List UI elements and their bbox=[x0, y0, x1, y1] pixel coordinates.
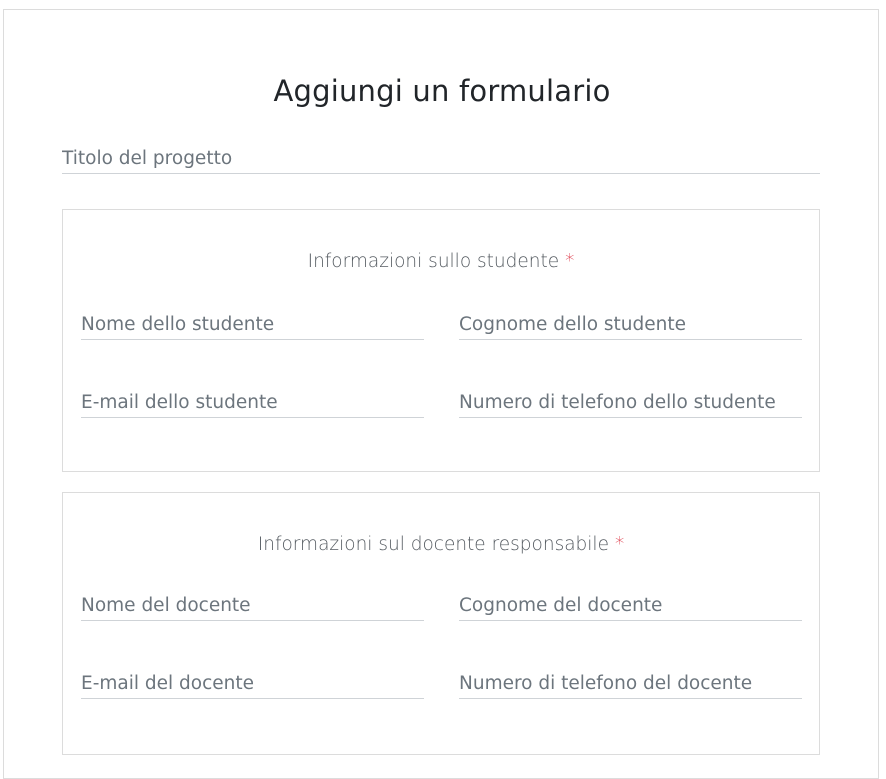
student-info-legend: Informazioni sullo studente * bbox=[63, 251, 819, 272]
teacher-last-name-input[interactable] bbox=[459, 590, 802, 620]
form-card: Aggiungi un formulario Informazioni sull… bbox=[3, 9, 879, 779]
teacher-info-legend: Informazioni sul docente responsabile * bbox=[63, 534, 819, 555]
teacher-email-input[interactable] bbox=[81, 668, 424, 698]
student-info-section: Informazioni sullo studente * bbox=[62, 209, 820, 472]
teacher-first-name-field bbox=[81, 590, 424, 621]
student-info-legend-label: Informazioni sullo studente bbox=[307, 251, 560, 272]
teacher-phone-field bbox=[459, 668, 802, 699]
teacher-last-name-field bbox=[459, 590, 802, 621]
student-phone-field bbox=[459, 387, 802, 418]
teacher-email-field bbox=[81, 668, 424, 699]
required-asterisk: * bbox=[614, 534, 625, 555]
student-first-name-input[interactable] bbox=[81, 309, 424, 339]
student-phone-input[interactable] bbox=[459, 387, 802, 417]
teacher-info-legend-label: Informazioni sul docente responsabile bbox=[257, 534, 609, 555]
student-email-field bbox=[81, 387, 424, 418]
student-last-name-input[interactable] bbox=[459, 309, 802, 339]
page-title: Aggiungi un formulario bbox=[273, 74, 611, 108]
student-first-name-field bbox=[81, 309, 424, 340]
project-title-field bbox=[62, 143, 820, 174]
project-title-input[interactable] bbox=[62, 143, 820, 173]
student-last-name-field bbox=[459, 309, 802, 340]
teacher-info-section: Informazioni sul docente responsabile * bbox=[62, 492, 820, 755]
teacher-first-name-input[interactable] bbox=[81, 590, 424, 620]
student-email-input[interactable] bbox=[81, 387, 424, 417]
required-asterisk: * bbox=[565, 251, 575, 272]
teacher-phone-input[interactable] bbox=[459, 668, 802, 698]
